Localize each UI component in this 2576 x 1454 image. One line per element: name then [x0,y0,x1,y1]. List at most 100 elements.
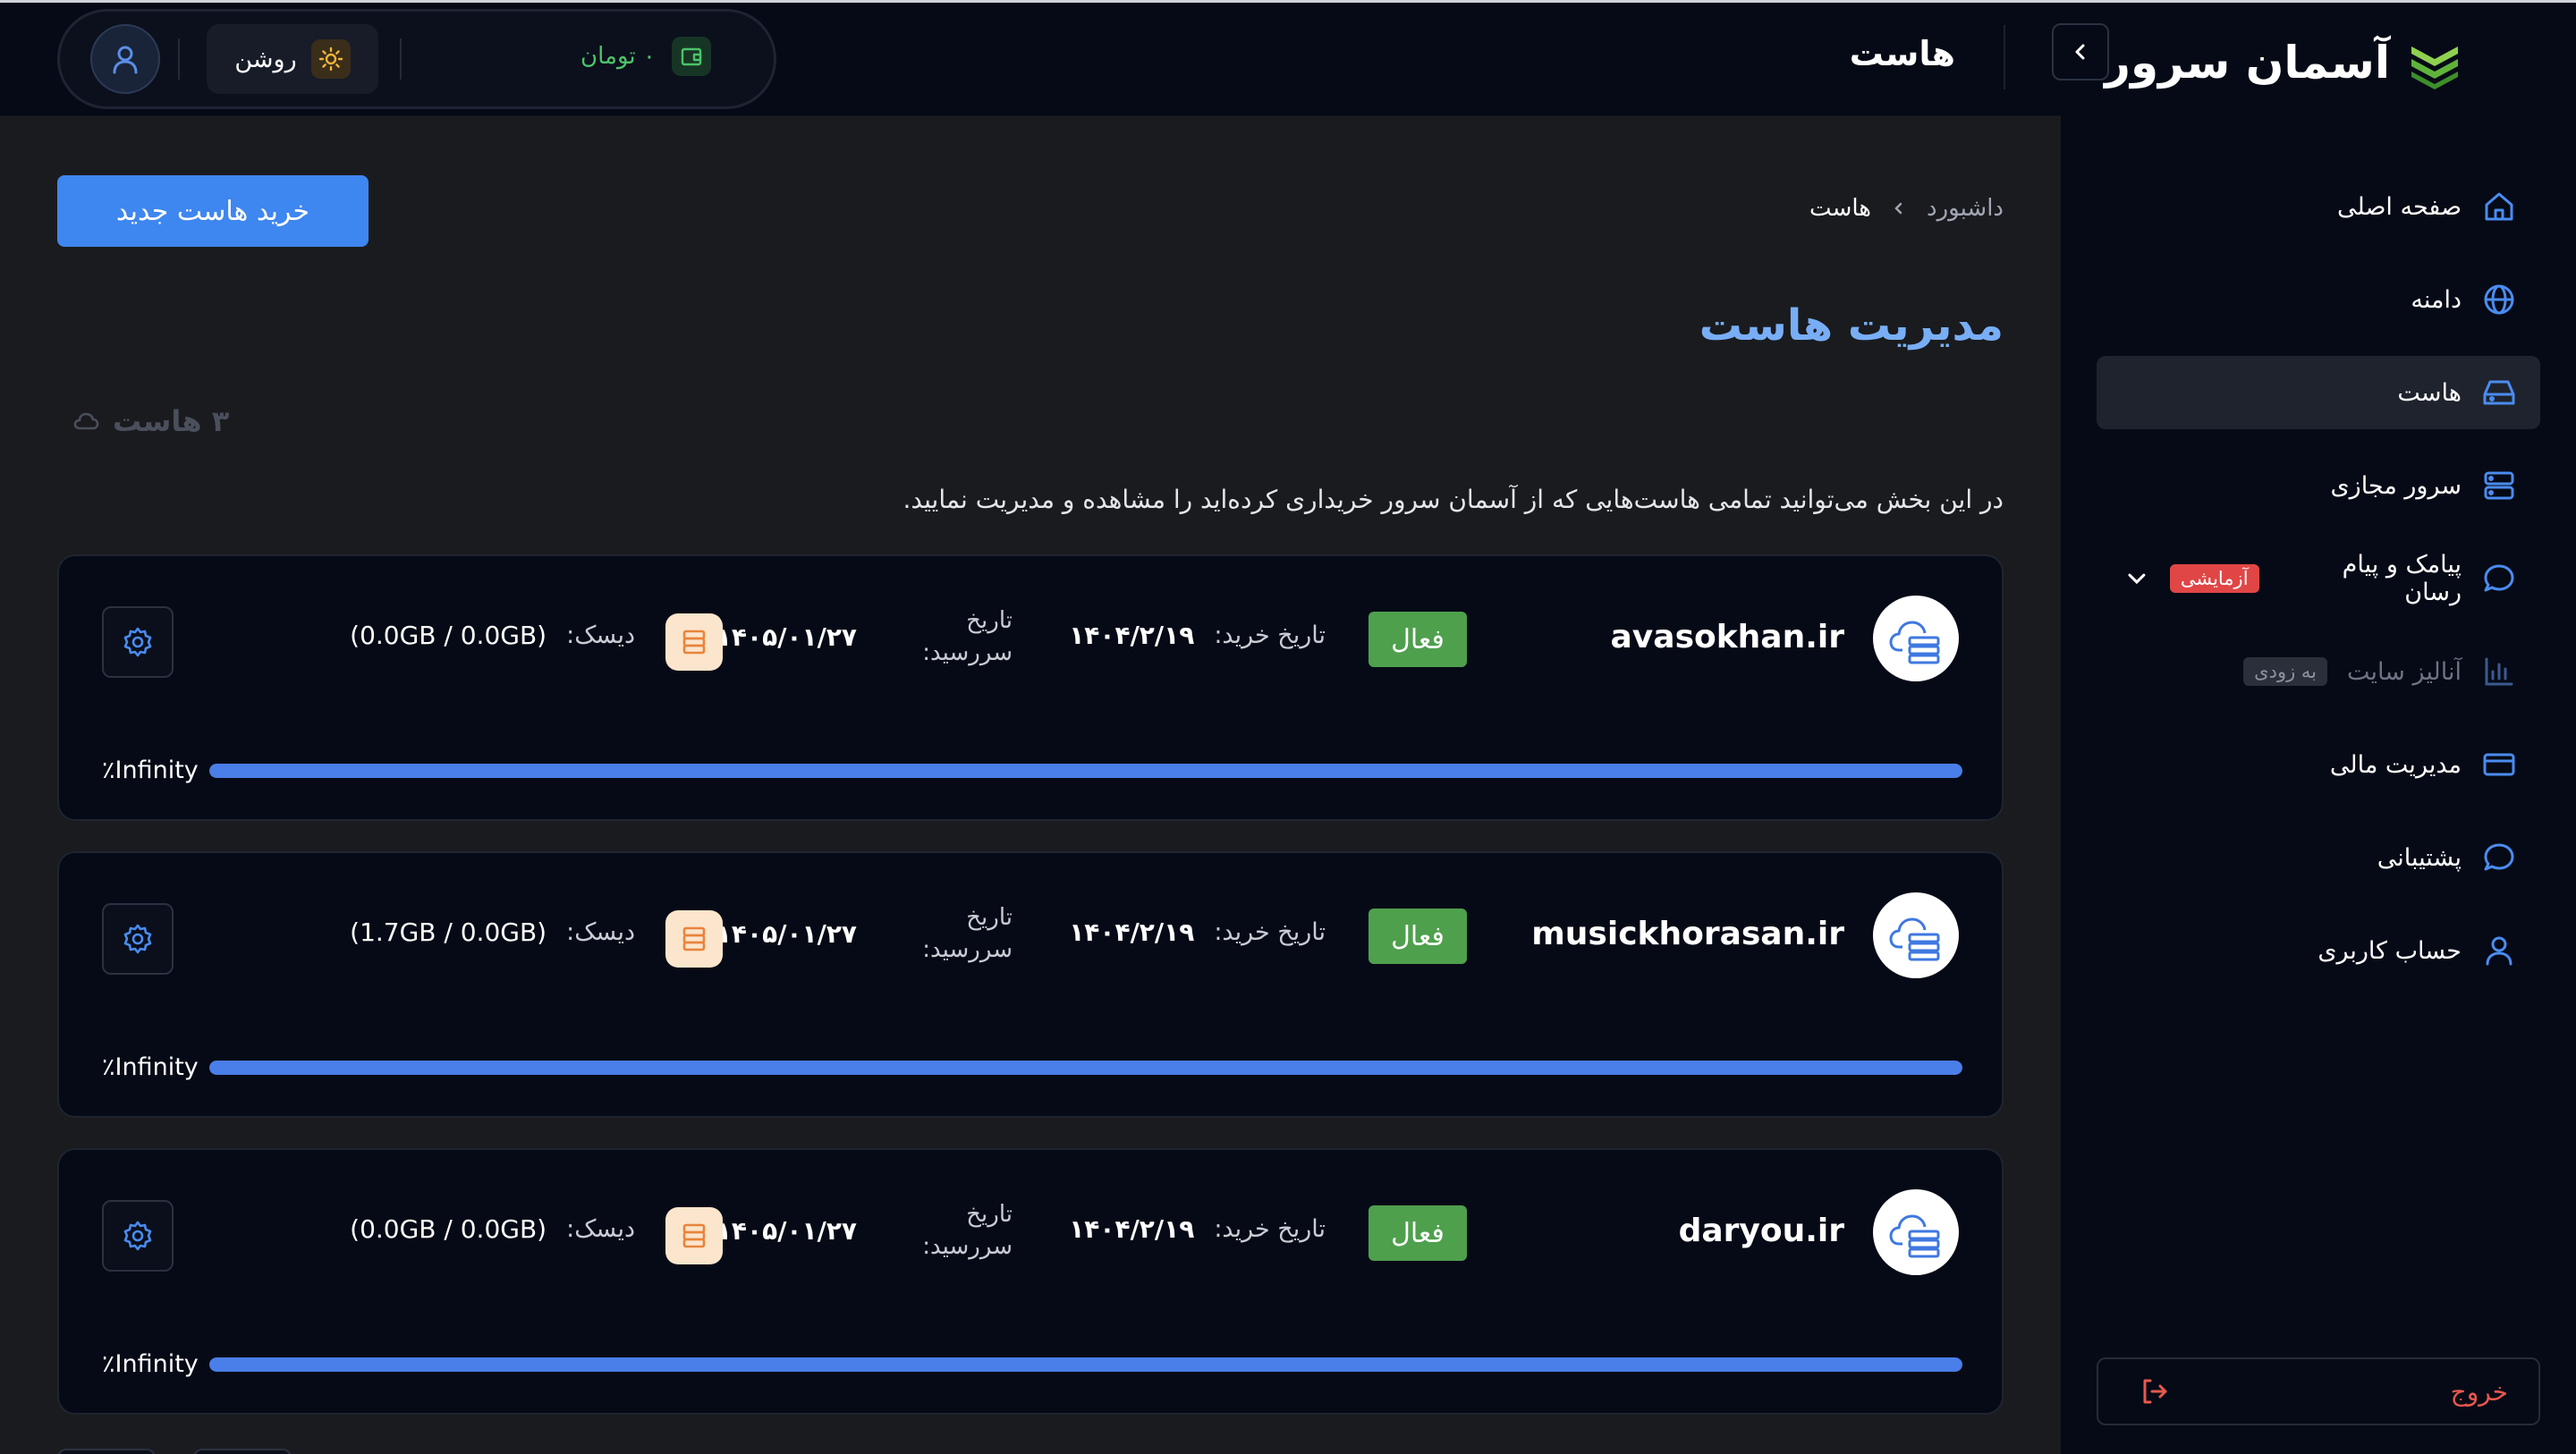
host-settings-button[interactable] [102,903,174,975]
partial-element [193,1449,292,1454]
avatar[interactable] [90,24,160,94]
expire-date-value: ۱۴۰۵/۰۱/۲۷ [716,1216,857,1246]
brand-logo[interactable]: آسمان سرور [2105,27,2463,98]
wallet-icon [681,47,702,66]
drive-icon [2483,380,2515,405]
usage-percent: Infinity٪ [102,757,199,784]
toolbar-divider [400,38,402,80]
sidebar-item-finance[interactable]: مدیریت مالی [2097,728,2540,801]
cloud-server-icon [1889,1214,1940,1258]
purchase-date-label: تاریخ خرید: [1214,621,1326,649]
usage-progress-bar [209,1061,1962,1075]
disk-icon-box [665,910,723,968]
host-domain[interactable]: daryou.ir [1679,1213,1844,1249]
gear-icon [123,1221,152,1251]
coming-soon-badge: به زودی [2243,657,2328,686]
host-domain[interactable]: avasokhan.ir [1611,619,1844,655]
expire-date-value: ۱۴۰۵/۰۱/۲۷ [716,622,857,652]
status-badge: فعال [1368,909,1467,964]
theme-label: روشن [234,45,297,73]
disk-value: (0.0GB / 0.0GB) [350,1214,547,1244]
usage-percent: Infinity٪ [102,1053,199,1081]
expire-date-label: تاریخ سررسید: [922,604,1013,669]
logout-label: خروج [2450,1376,2508,1407]
sidebar-item-account[interactable]: حساب کاربری [2097,914,2540,987]
sidebar-nav: صفحه اصلی دامنه هاست سرور مجازی پیامک و … [2097,170,2540,1007]
sidebar-collapse-button[interactable] [2052,23,2109,80]
expire-label-line1: تاریخ [966,607,1013,634]
disk-label: دیسک: [566,918,635,946]
disk-label: دیسک: [566,1215,635,1243]
sidebar-item-domain[interactable]: دامنه [2097,263,2540,336]
sidebar-item-label: حساب کاربری [2318,936,2462,965]
disk-icon [682,926,706,951]
sidebar-item-analytics: آنالیز سایت به زودی [2097,635,2540,708]
page-title: مدیریت هاست [1699,300,2004,351]
sidebar-item-home[interactable]: صفحه اصلی [2097,170,2540,243]
purchase-date-value: ۱۴۰۴/۲/۱۹ [1069,917,1195,947]
host-card: avasokhan.ir فعال تاریخ خرید: ۱۴۰۴/۲/۱۹ … [57,554,2004,821]
host-domain[interactable]: musickhorasan.ir [1531,916,1844,952]
disk-value: (0.0GB / 0.0GB) [350,621,547,650]
disk-usage: دیسک: (0.0GB / 0.0GB) [350,621,635,650]
user-toolbar: روشن ۰ تومان [57,9,776,109]
chat-icon [2484,564,2514,592]
buy-new-host-button[interactable]: خرید هاست جدید [57,175,369,247]
breadcrumb: داشبورد هاست [1809,195,2004,222]
sidebar-item-label: صفحه اصلی [2337,192,2462,221]
wallet-icon-box [671,37,711,76]
sidebar-item-label: سرور مجازی [2330,471,2462,500]
host-settings-button[interactable] [102,1200,174,1272]
breadcrumb-root[interactable]: داشبورد [1927,195,2004,222]
disk-icon-box [665,1207,723,1264]
host-card: musickhorasan.ir فعال تاریخ خرید: ۱۴۰۴/۲… [57,851,2004,1118]
chevron-down-icon[interactable] [2123,565,2150,592]
host-list: avasokhan.ir فعال تاریخ خرید: ۱۴۰۴/۲/۱۹ … [57,554,2004,1445]
globe-icon [2484,284,2514,315]
host-count: ۳ هاست [72,404,229,438]
home-icon [2485,192,2513,221]
purchase-date: تاریخ خرید: ۱۴۰۴/۲/۱۹ [1069,1214,1326,1244]
server-icon [2484,471,2514,500]
sidebar-item-sms[interactable]: پیامک و پیام رسان آزمایشی [2097,542,2540,615]
disk-icon [682,1223,706,1248]
wallet-amount: ۰ تومان [580,43,656,70]
top-edge-line [0,0,2576,3]
logo-mark-icon [2411,46,2458,89]
sidebar-item-label: دامنه [2411,285,2462,314]
chevron-left-icon [2075,44,2085,60]
card-icon [2483,753,2515,776]
disk-value: (1.7GB / 0.0GB) [350,917,547,947]
brand-name: آسمان سرور [2105,37,2390,89]
disk-usage: دیسک: (1.7GB / 0.0GB) [350,917,635,947]
user-icon [113,46,138,74]
sidebar-item-label: آنالیز سایت [2347,657,2462,686]
logout-button[interactable]: خروج [2097,1357,2540,1425]
expire-date-label: تاریخ سررسید: [922,901,1013,966]
usage-progress-fill [209,1357,1962,1372]
beta-badge: آزمایشی [2169,564,2259,593]
disk-icon [682,630,706,655]
toolbar-divider [178,38,180,80]
purchase-date: تاریخ خرید: ۱۴۰۴/۲/۱۹ [1069,917,1326,947]
user-icon [2486,936,2512,966]
purchase-date: تاریخ خرید: ۱۴۰۴/۲/۱۹ [1069,621,1326,650]
usage-progress-bar [209,1357,1962,1372]
theme-toggle-button[interactable]: روشن [207,24,378,94]
host-settings-button[interactable] [102,606,174,678]
header-title: هاست [1849,34,1955,73]
host-card: daryou.ir فعال تاریخ خرید: ۱۴۰۴/۲/۱۹ تار… [57,1148,2004,1415]
status-badge: فعال [1368,1205,1467,1261]
cloud-icon [73,412,99,430]
host-cloud-badge [1873,1189,1959,1275]
sidebar-item-host[interactable]: هاست [2097,356,2540,429]
support-icon [2484,843,2514,871]
usage-progress-bar [209,764,1962,778]
sidebar-item-support[interactable]: پشتیبانی [2097,821,2540,894]
expire-date-label: تاریخ سررسید: [922,1198,1013,1263]
disk-label: دیسک: [566,621,635,649]
wallet-balance[interactable]: ۰ تومان [580,37,711,76]
purchase-date-label: تاریخ خرید: [1214,918,1326,946]
breadcrumb-current: هاست [1809,195,1871,222]
sidebar-item-vps[interactable]: سرور مجازی [2097,449,2540,522]
